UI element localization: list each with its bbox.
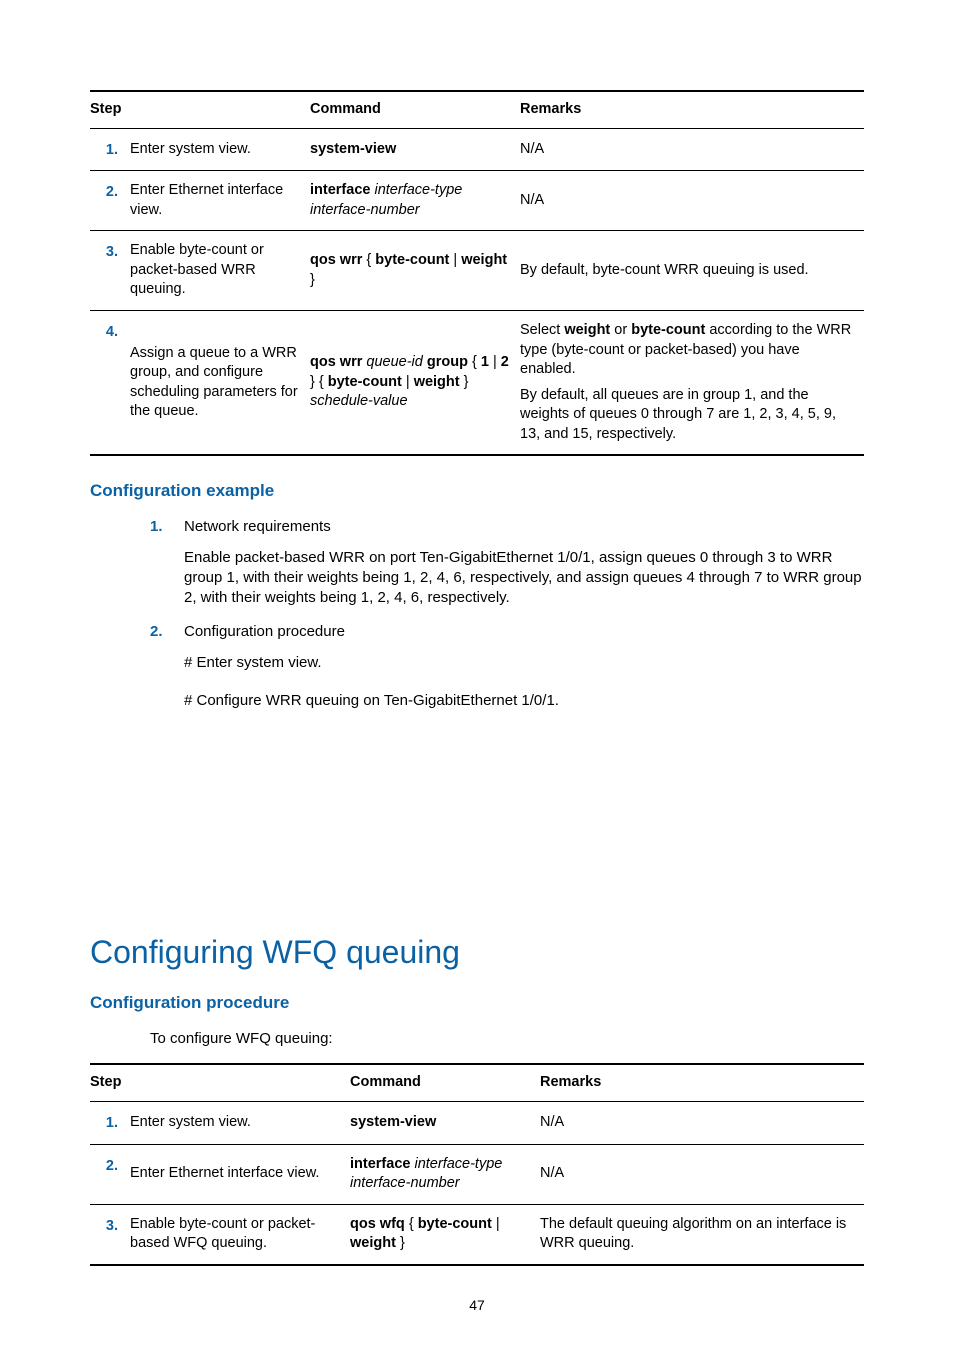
remarks-cell: The default queuing algorithm on an inte… [540, 1204, 864, 1265]
col-remarks: Remarks [520, 91, 864, 128]
procedure-step: # Configure WRR queuing on Ten-GigabitEt… [184, 691, 864, 711]
step-number: 3. [90, 231, 130, 311]
wfq-steps-table: Step Command Remarks 1.Enter system view… [90, 1063, 864, 1265]
list-item: 1. Network requirements [150, 517, 864, 537]
table-row: 1.Enter system view.system-viewN/A [90, 128, 864, 171]
wfq-steps-body: 1.Enter system view.system-viewN/A2.Ente… [90, 1101, 864, 1264]
step-description: Enable byte-count or packet-based WRR qu… [130, 231, 310, 311]
wrr-steps-table: Step Command Remarks 1.Enter system view… [90, 90, 864, 456]
remarks-cell: By default, byte-count WRR queuing is us… [520, 231, 864, 311]
command-cell: interface interface-type interface-numbe… [350, 1144, 540, 1204]
command-cell: qos wrr queue-id group { 1 | 2 } { byte-… [310, 310, 520, 455]
list-label: Configuration procedure [184, 622, 864, 642]
step-description: Enter system view. [130, 128, 310, 171]
wfq-intro-text: To configure WFQ queuing: [150, 1029, 864, 1049]
col-step: Step [90, 1064, 350, 1101]
remarks-cell: N/A [520, 171, 864, 231]
command-cell: qos wfq { byte-count | weight } [350, 1204, 540, 1265]
command-cell: system-view [350, 1101, 540, 1144]
remarks-cell: N/A [520, 128, 864, 171]
col-step: Step [90, 91, 310, 128]
remarks-cell: N/A [540, 1144, 864, 1204]
step-number: 1. [90, 1101, 130, 1144]
command-cell: qos wrr { byte-count | weight } [310, 231, 520, 311]
step-description: Enter Ethernet interface view. [130, 171, 310, 231]
table-row: 3.Enable byte-count or packet-based WFQ … [90, 1204, 864, 1265]
table-row: 4.Assign a queue to a WRR group, and con… [90, 310, 864, 455]
procedure-step: # Enter system view. [184, 653, 864, 673]
list-label: Network requirements [184, 517, 864, 537]
remarks-cell: Select weight or byte-count according to… [520, 310, 864, 455]
step-number: 2. [90, 171, 130, 231]
command-cell: interface interface-type interface-numbe… [310, 171, 520, 231]
col-command: Command [350, 1064, 540, 1101]
step-description: Assign a queue to a WRR group, and confi… [130, 310, 310, 455]
list-item: 2. Configuration procedure [150, 622, 864, 642]
section-heading-config-example: Configuration example [90, 480, 864, 503]
step-description: Enable byte-count or packet-based WFQ qu… [130, 1204, 350, 1265]
step-number: 2. [90, 1144, 130, 1204]
list-number: 1. [150, 517, 184, 537]
table-row: 2.Enter Ethernet interface view.interfac… [90, 1144, 864, 1204]
step-number: 3. [90, 1204, 130, 1265]
table-row: 3.Enable byte-count or packet-based WRR … [90, 231, 864, 311]
step-number: 1. [90, 128, 130, 171]
table-row: 1.Enter system view.system-viewN/A [90, 1101, 864, 1144]
page-number: 47 [90, 1296, 864, 1315]
step-description: Enter Ethernet interface view. [130, 1144, 350, 1204]
wrr-steps-body: 1.Enter system view.system-viewN/A2.Ente… [90, 128, 864, 455]
col-command: Command [310, 91, 520, 128]
list-number: 2. [150, 622, 184, 642]
heading-configuring-wfq: Configuring WFQ queuing [90, 931, 864, 974]
table-row: 2.Enter Ethernet interface view.interfac… [90, 171, 864, 231]
remarks-cell: N/A [540, 1101, 864, 1144]
step-description: Enter system view. [130, 1101, 350, 1144]
step-number: 4. [90, 310, 130, 455]
command-cell: system-view [310, 128, 520, 171]
col-remarks: Remarks [540, 1064, 864, 1101]
section-heading-config-procedure: Configuration procedure [90, 992, 864, 1015]
network-requirements-body: Enable packet-based WRR on port Ten-Giga… [184, 548, 864, 609]
